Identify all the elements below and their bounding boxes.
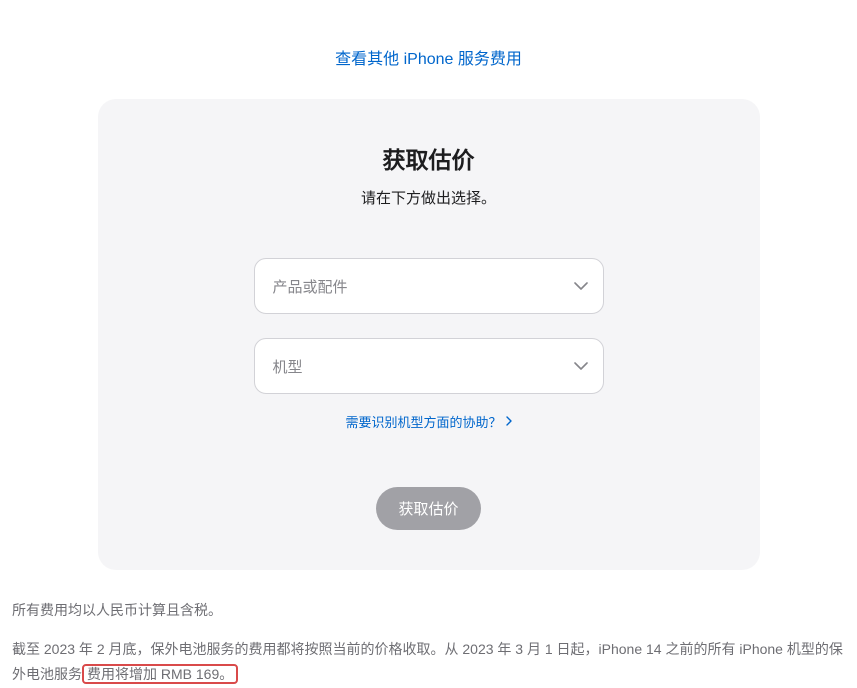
card-title: 获取估价 bbox=[128, 141, 730, 175]
card-subtitle: 请在下方做出选择。 bbox=[128, 187, 730, 208]
chevron-right-icon bbox=[506, 414, 512, 429]
footer-line-1: 所有费用均以人民币计算且含税。 bbox=[12, 598, 845, 623]
footer-text: 所有费用均以人民币计算且含税。 截至 2023 年 2 月底，保外电池服务的费用… bbox=[12, 598, 845, 688]
product-select-placeholder: 产品或配件 bbox=[273, 276, 348, 297]
footer-line-2: 截至 2023 年 2 月底，保外电池服务的费用都将按照当前的价格收取。从 20… bbox=[12, 637, 845, 687]
other-services-link[interactable]: 查看其他 iPhone 服务费用 bbox=[335, 51, 522, 68]
price-increase-highlight: 费用将增加 RMB 169。 bbox=[82, 664, 238, 684]
help-link-container: 需要识别机型方面的协助？ bbox=[128, 412, 730, 432]
get-estimate-button[interactable]: 获取估价 bbox=[376, 487, 480, 530]
model-select[interactable]: 机型 bbox=[254, 338, 604, 394]
product-select[interactable]: 产品或配件 bbox=[254, 258, 604, 314]
help-link-label: 需要识别机型方面的协助？ bbox=[345, 412, 501, 431]
estimate-card: 获取估价 请在下方做出选择。 产品或配件 机型 bbox=[98, 99, 760, 570]
product-select-wrapper: 产品或配件 bbox=[254, 258, 604, 314]
model-select-wrapper: 机型 bbox=[254, 338, 604, 394]
model-select-placeholder: 机型 bbox=[273, 356, 303, 377]
identify-model-help-link[interactable]: 需要识别机型方面的协助？ bbox=[345, 412, 511, 431]
top-link-container: 查看其他 iPhone 服务费用 bbox=[12, 0, 845, 99]
